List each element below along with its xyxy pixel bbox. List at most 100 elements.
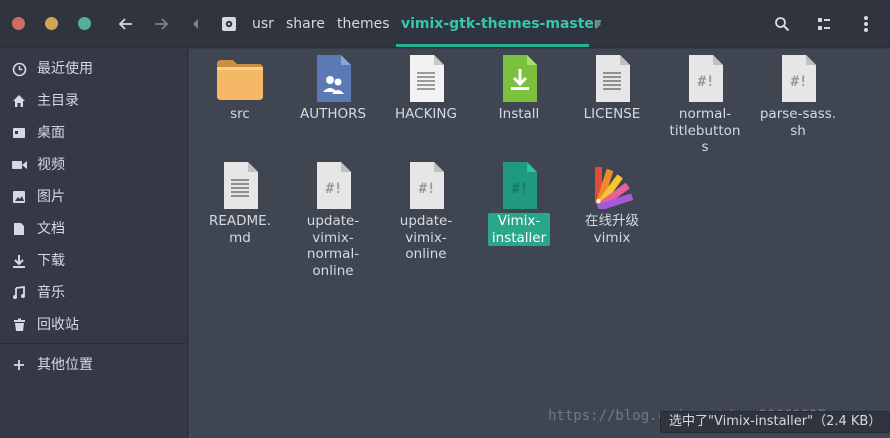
file-item-install[interactable]: Install: [473, 53, 565, 123]
chevron-left-icon: [193, 19, 198, 29]
script-file-icon: #!: [307, 160, 359, 212]
clock-icon: [11, 61, 27, 77]
forward-button[interactable]: [148, 12, 174, 36]
authors-file-icon: [307, 53, 359, 105]
file-name: src: [230, 106, 250, 122]
breadcrumb-root[interactable]: [219, 14, 239, 34]
install-file-icon: [493, 53, 545, 105]
script-file-icon: #!: [400, 160, 452, 212]
back-button[interactable]: [113, 12, 139, 36]
file-name: update- vimix- normal- online: [306, 213, 360, 279]
svg-text:#!: #!: [512, 181, 529, 197]
sidebar-item-recent[interactable]: 最近使用: [0, 53, 188, 85]
file-grid: src AUTHORS HACKING Install LICENSE #! n…: [189, 49, 890, 438]
trash-icon: [11, 317, 27, 333]
file-item-parse-sass[interactable]: #! parse-sass. sh: [752, 53, 844, 139]
file-name: HACKING: [395, 106, 457, 122]
file-item-license[interactable]: LICENSE: [566, 53, 658, 123]
sidebar-item-label: 图片: [37, 189, 65, 205]
document-icon: [11, 221, 27, 237]
sidebar-item-videos[interactable]: 视频: [0, 149, 188, 181]
file-name: README. md: [208, 213, 271, 246]
text-file-icon: [586, 53, 638, 105]
breadcrumb-usr[interactable]: usr: [252, 14, 274, 34]
sidebar-item-label: 视频: [37, 157, 65, 173]
file-name: LICENSE: [583, 106, 641, 122]
file-name: Vimix- installer: [487, 213, 551, 246]
video-icon: [11, 157, 27, 173]
sidebar-item-music[interactable]: 音乐: [0, 277, 188, 309]
file-item-online-upgrade-vimix[interactable]: 在线升级 vimix: [566, 160, 658, 246]
sidebar-item-other-locations[interactable]: 其他位置: [0, 349, 188, 381]
svg-text:#!: #!: [698, 74, 715, 90]
file-item-src[interactable]: src: [194, 53, 286, 123]
menu-button[interactable]: [853, 12, 879, 36]
file-name: update- vimix- online: [399, 213, 453, 262]
search-button[interactable]: [769, 12, 795, 36]
sidebar-item-label: 下载: [37, 253, 65, 269]
color-palette-icon: [586, 160, 638, 212]
arrow-left-icon: [118, 18, 132, 30]
breadcrumb-current[interactable]: vimix-gtk-themes-master: [401, 14, 601, 34]
breadcrumb-scroll-right-button[interactable]: [594, 16, 602, 35]
file-item-authors[interactable]: AUTHORS: [287, 53, 379, 123]
image-icon: [11, 189, 27, 205]
view-options-button[interactable]: [811, 12, 837, 36]
text-file-icon: [400, 53, 452, 105]
file-name: normal- titlebutton s: [669, 106, 741, 155]
status-bar: 选中了"Vimix-installer"（2.4 KB）: [660, 411, 890, 433]
kebab-menu-icon: [864, 16, 868, 32]
script-file-icon: #!: [493, 160, 545, 212]
file-item-hacking[interactable]: HACKING: [380, 53, 472, 123]
sidebar-item-label: 音乐: [37, 285, 65, 301]
sidebar-item-label: 其他位置: [37, 357, 93, 373]
sidebar-item-pictures[interactable]: 图片: [0, 181, 188, 213]
sidebar-item-label: 文档: [37, 221, 65, 237]
script-file-icon: #!: [679, 53, 731, 105]
breadcrumb-share[interactable]: share: [286, 14, 325, 34]
sidebar-item-downloads[interactable]: 下载: [0, 245, 188, 277]
maximize-window-button[interactable]: [78, 17, 91, 30]
sidebar-item-documents[interactable]: 文档: [0, 213, 188, 245]
file-item-readme[interactable]: README. md: [194, 160, 286, 246]
list-view-icon: [818, 18, 830, 30]
home-icon: [11, 93, 27, 109]
arrow-right-icon: [155, 18, 169, 30]
sidebar-item-desktop[interactable]: 桌面: [0, 117, 188, 149]
breadcrumb-themes[interactable]: themes: [337, 14, 390, 34]
svg-text:#!: #!: [326, 181, 343, 197]
download-icon: [11, 253, 27, 269]
sidebar-item-trash[interactable]: 回收站: [0, 309, 188, 341]
file-name: Install: [498, 106, 540, 122]
file-name: 在线升级 vimix: [585, 213, 639, 246]
script-file-icon: #!: [772, 53, 824, 105]
sidebar-separator: [0, 343, 188, 344]
close-window-button[interactable]: [12, 17, 25, 30]
file-item-update-vimix-normal-online[interactable]: #! update- vimix- normal- online: [287, 160, 379, 279]
sidebar-item-home[interactable]: 主目录: [0, 85, 188, 117]
text-file-icon: [214, 160, 266, 212]
file-item-normal-titlebuttons[interactable]: #! normal- titlebutton s: [659, 53, 751, 156]
svg-text:#!: #!: [791, 74, 808, 90]
breadcrumb-active-indicator: [396, 44, 589, 47]
sidebar-item-label: 桌面: [37, 125, 65, 141]
svg-text:#!: #!: [419, 181, 436, 197]
sidebar: 最近使用 主目录 桌面 视频 图片 文档 下载 音乐 回收站 其他位置: [0, 49, 188, 438]
sidebar-item-label: 回收站: [37, 317, 79, 333]
file-item-vimix-installer[interactable]: #! Vimix- installer: [473, 160, 565, 246]
file-item-update-vimix-online[interactable]: #! update- vimix- online: [380, 160, 472, 263]
music-icon: [11, 285, 27, 301]
search-icon: [775, 17, 790, 32]
desktop-icon: [11, 125, 27, 141]
sidebar-item-label: 主目录: [37, 93, 79, 109]
header-bar: usr share themes vimix-gtk-themes-master: [0, 0, 890, 48]
minimize-window-button[interactable]: [45, 17, 58, 30]
sidebar-item-label: 最近使用: [37, 61, 93, 77]
folder-icon: [214, 53, 266, 105]
breadcrumb-scroll-left-button[interactable]: [192, 16, 200, 35]
chevron-right-icon: [596, 19, 601, 29]
plus-icon: [11, 357, 27, 373]
file-name: parse-sass. sh: [759, 106, 837, 139]
drive-icon: [222, 17, 236, 31]
file-name: AUTHORS: [299, 106, 367, 122]
